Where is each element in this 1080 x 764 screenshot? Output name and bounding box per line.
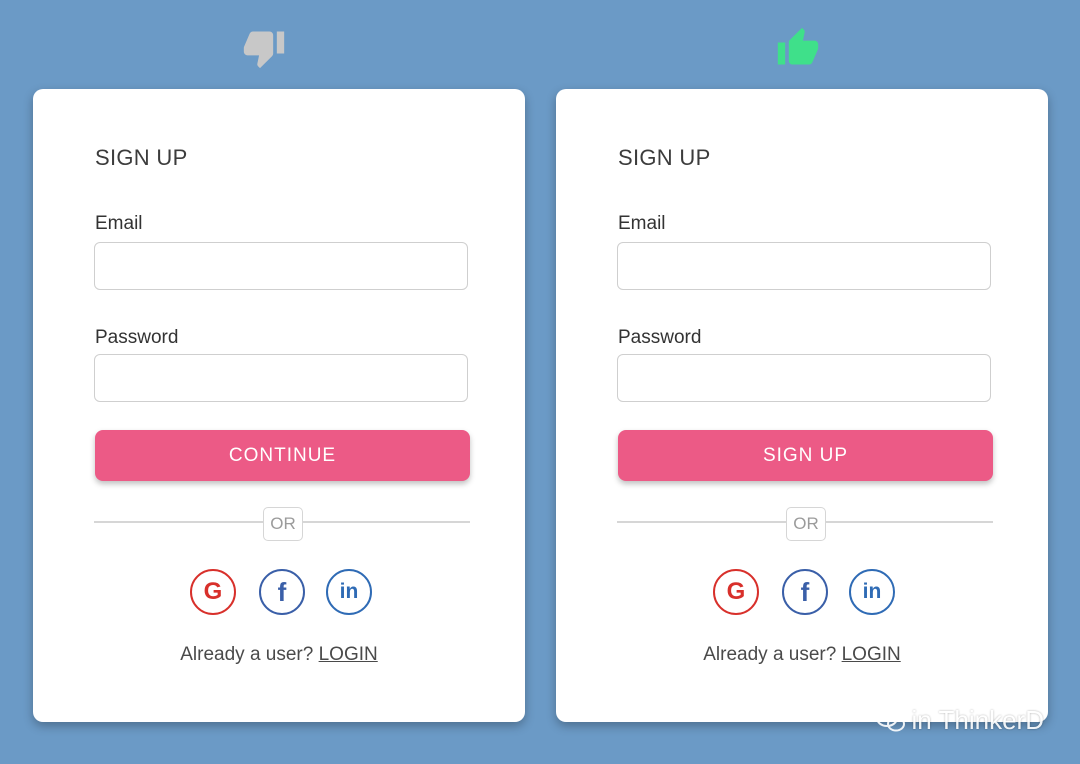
signup-card-left: SIGN UP Email Password CONTINUE OR G f i… — [33, 89, 525, 722]
linkedin-icon: in — [862, 580, 882, 603]
login-prompt: Already a user? LOGIN — [556, 644, 1048, 666]
continue-button[interactable]: CONTINUE — [95, 430, 470, 481]
password-label: Password — [95, 327, 179, 348]
facebook-icon: f — [800, 576, 810, 607]
thumbs-up-icon — [777, 27, 819, 65]
or-divider: OR — [263, 507, 303, 541]
facebook-login-button[interactable]: f — [259, 569, 305, 615]
facebook-icon: f — [277, 576, 287, 607]
linkedin-login-button[interactable]: in — [326, 569, 372, 615]
email-field[interactable] — [94, 242, 468, 290]
email-label: Email — [95, 213, 143, 234]
google-login-button[interactable]: G — [190, 569, 236, 615]
google-icon: G — [203, 578, 223, 605]
wechat-icon — [875, 708, 905, 731]
login-prompt-text: Already a user? — [180, 644, 314, 665]
card-title: SIGN UP — [95, 145, 188, 170]
thumbs-down-icon — [243, 31, 285, 69]
google-login-button[interactable]: G — [713, 569, 759, 615]
signup-card-right: SIGN UP Email Password SIGN UP OR G f in… — [556, 89, 1048, 722]
or-divider: OR — [786, 507, 826, 541]
login-prompt-text: Already a user? — [703, 644, 837, 665]
login-prompt: Already a user? LOGIN — [33, 644, 525, 666]
password-field[interactable] — [94, 354, 468, 402]
google-icon: G — [726, 578, 746, 605]
sign-up-button[interactable]: SIGN UP — [618, 430, 993, 481]
email-field[interactable] — [617, 242, 991, 290]
watermark: in ThinkerD — [875, 705, 1044, 736]
linkedin-icon: in — [339, 580, 359, 603]
login-link[interactable]: LOGIN — [319, 644, 378, 665]
facebook-login-button[interactable]: f — [782, 569, 828, 615]
password-label: Password — [618, 327, 702, 348]
password-field[interactable] — [617, 354, 991, 402]
email-label: Email — [618, 213, 666, 234]
login-link[interactable]: LOGIN — [842, 644, 901, 665]
card-title: SIGN UP — [618, 145, 711, 170]
linkedin-login-button[interactable]: in — [849, 569, 895, 615]
watermark-text: in ThinkerD — [911, 705, 1044, 735]
